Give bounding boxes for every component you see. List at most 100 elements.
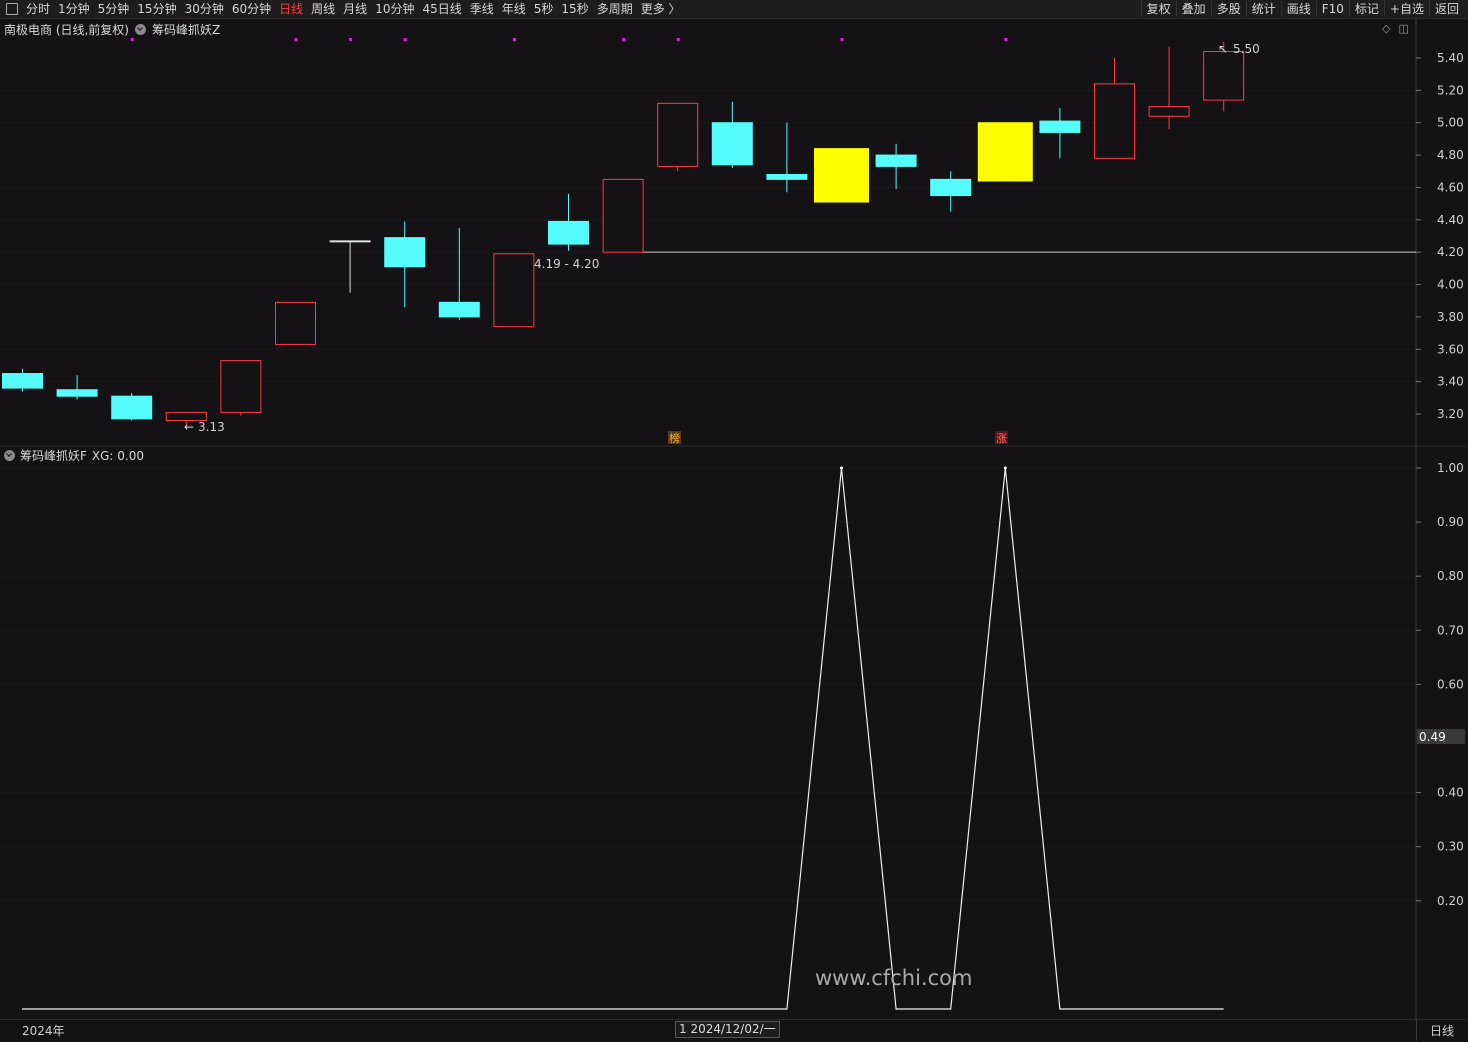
candle[interactable] [1094, 58, 1135, 159]
period-toolbar: 分时 1分钟 5分钟 15分钟 30分钟 60分钟 日线 周线 月线 10分钟 45日线 季线 年线 5秒… [0, 0, 1468, 19]
osc-tick-label: 1.00 [1437, 461, 1464, 475]
xg-line[interactable] [22, 466, 1224, 1010]
menu-icon[interactable] [6, 3, 18, 15]
indicator-toggle-icon[interactable] [135, 24, 146, 35]
candles[interactable] [2, 41, 1245, 426]
candle-body [493, 253, 535, 328]
tool-button-7[interactable]: +自选 [1383, 1, 1429, 17]
candle[interactable] [275, 301, 316, 345]
candle-body [275, 301, 316, 345]
tab-period-3[interactable]: 15分钟 [133, 1, 180, 17]
marker-bang[interactable]: 榜 [668, 431, 681, 445]
cursor-value-label: 0.49 [1419, 730, 1446, 744]
tool-button-0[interactable]: 复权 [1140, 1, 1176, 17]
marker-zhang-label: 涨 [996, 432, 1007, 445]
xg-peak-point [1003, 466, 1007, 470]
candle[interactable] [220, 360, 262, 416]
tool-button-3[interactable]: 统计 [1245, 1, 1281, 17]
candle[interactable] [2, 368, 43, 392]
candle-body [602, 178, 644, 253]
candle[interactable] [602, 178, 644, 253]
candle-body [657, 102, 699, 167]
svg-text:←: ← [184, 420, 194, 434]
candle[interactable] [1148, 46, 1190, 130]
signal-dot [349, 38, 353, 41]
tab-period-6[interactable]: 日线 [275, 1, 307, 17]
candle[interactable] [766, 122, 808, 193]
tab-period-15[interactable]: 多周期 [593, 1, 637, 17]
candle[interactable] [875, 143, 917, 190]
osc-axis-ticks: 1.00 0.90 0.80 0.70 0.60 0.40 0.30 0.20 [1416, 461, 1464, 908]
tool-button-4[interactable]: 画线 [1280, 1, 1316, 17]
candle[interactable] [657, 102, 699, 172]
tab-period-12[interactable]: 年线 [498, 1, 530, 17]
candle-body [56, 389, 98, 397]
candle[interactable] [111, 392, 153, 421]
signal-dot [840, 38, 844, 41]
tool-button-1[interactable]: 叠加 [1175, 1, 1211, 17]
tab-period-5[interactable]: 60分钟 [228, 1, 275, 17]
candle-body [814, 148, 869, 203]
price-tick-label: 5.40 [1437, 51, 1464, 65]
price-indicator-name[interactable]: 筹码峰抓妖Z [152, 21, 220, 38]
candle[interactable] [1039, 108, 1081, 159]
candle[interactable] [384, 221, 426, 308]
candle[interactable] [814, 148, 869, 203]
signal-dots [130, 38, 1008, 41]
candle[interactable] [548, 193, 589, 251]
period-label: 日线 [1430, 1024, 1455, 1038]
tab-period-8[interactable]: 月线 [339, 1, 371, 17]
price-tick-label: 4.40 [1437, 213, 1464, 227]
candle[interactable] [977, 122, 1033, 182]
signal-dot [1004, 38, 1008, 41]
candle-body [220, 360, 262, 413]
low-price-label: 3.13 [198, 420, 225, 434]
annotation-high: ↖ 5.50 [1218, 42, 1260, 56]
tab-period-10[interactable]: 45日线 [418, 1, 465, 17]
candle[interactable] [930, 171, 972, 212]
tab-period-4[interactable]: 30分钟 [181, 1, 228, 17]
diamond-icon[interactable]: ◇ [1382, 22, 1390, 35]
candle[interactable] [56, 375, 98, 400]
price-panel-header: 南极电商 (日线,前复权) 筹码峰抓妖Z [4, 21, 220, 38]
candle-body [766, 174, 808, 180]
osc-indicator-name[interactable]: 筹码峰抓妖F [20, 447, 87, 464]
osc-tick-label: 0.60 [1437, 677, 1464, 691]
candle-body [438, 301, 480, 318]
candle-body [711, 122, 753, 166]
tab-period-7[interactable]: 周线 [307, 1, 339, 17]
cursor-value-box: 0.49 [1417, 729, 1465, 744]
osc-tick-label: 0.30 [1437, 840, 1464, 854]
price-tick-label: 3.60 [1437, 342, 1464, 356]
tool-button-8[interactable]: 返回 [1428, 1, 1464, 17]
price-tick-label: 4.80 [1437, 148, 1464, 162]
price-tick-label: 5.20 [1437, 83, 1464, 97]
candle[interactable] [438, 227, 480, 321]
window-icon[interactable]: ◫ [1398, 22, 1408, 35]
oscillator-gridlines [0, 467, 1416, 902]
tool-button-5[interactable]: F10 [1315, 1, 1349, 17]
marker-bang-label: 榜 [669, 431, 680, 445]
tab-period-2[interactable]: 5分钟 [94, 1, 134, 17]
signal-dot [676, 38, 680, 41]
tab-period-1[interactable]: 1分钟 [54, 1, 94, 17]
tab-period-9[interactable]: 10分钟 [371, 1, 418, 17]
price-tick-label: 3.80 [1437, 310, 1464, 324]
tab-period-11[interactable]: 季线 [466, 1, 498, 17]
xg-line-path[interactable] [22, 467, 1224, 1010]
candle-body [384, 237, 426, 268]
osc-toggle-icon[interactable] [4, 450, 15, 461]
signal-dot [130, 38, 134, 41]
tool-button-6[interactable]: 标记 [1348, 1, 1384, 17]
osc-tick-label: 0.70 [1437, 623, 1464, 637]
tab-period-16[interactable]: 更多 〉 [637, 1, 685, 17]
candle[interactable] [711, 101, 753, 169]
tab-period-0[interactable]: 分时 [22, 1, 54, 17]
marker-zhang[interactable]: 涨 [995, 431, 1008, 445]
chart-canvas: 5.40 5.20 5.00 4.80 4.60 4.40 4.20 4.00 3.80 3.60… [0, 19, 1468, 1019]
tab-period-14[interactable]: 15秒 [557, 1, 592, 17]
candle[interactable] [493, 253, 535, 328]
tool-button-2[interactable]: 多股 [1210, 1, 1246, 17]
candle-body [329, 240, 371, 243]
tab-period-13[interactable]: 5秒 [530, 1, 558, 17]
